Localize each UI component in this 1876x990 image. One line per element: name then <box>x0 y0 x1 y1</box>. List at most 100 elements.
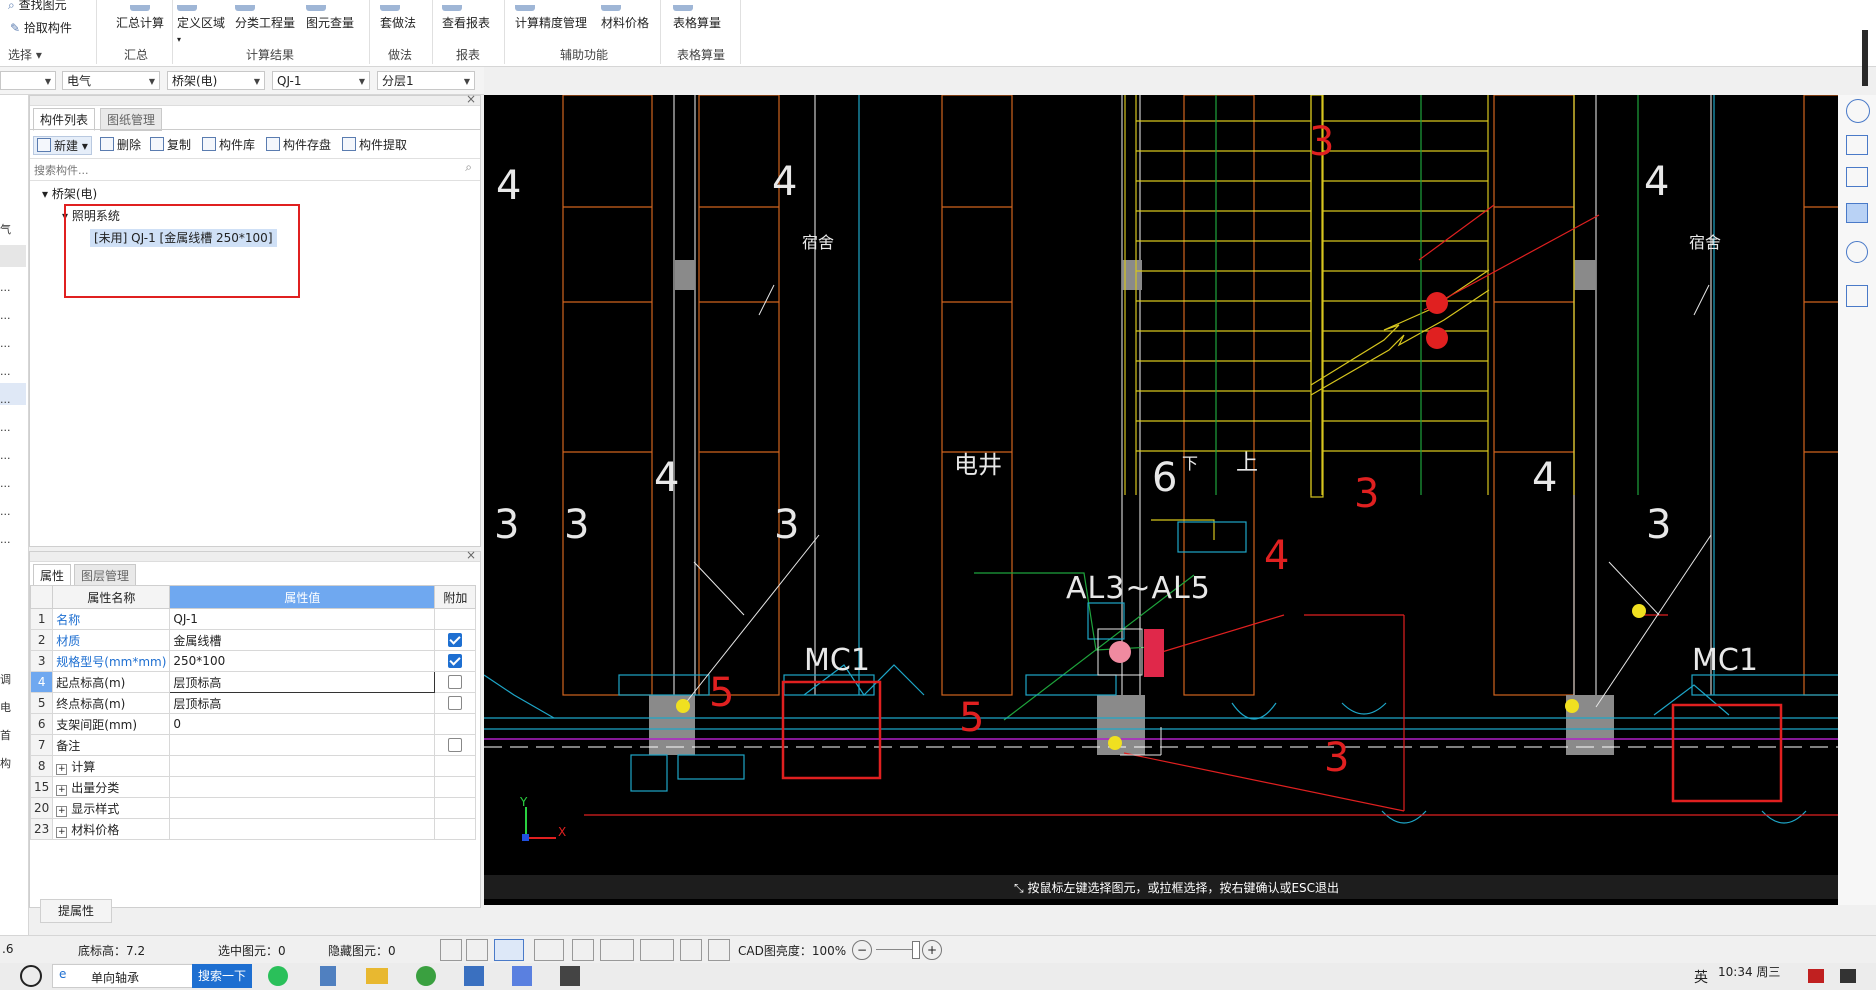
app-icon[interactable] <box>512 966 532 986</box>
checkbox-checked[interactable] <box>448 633 463 648</box>
property-value[interactable]: 层顶标高 <box>169 692 436 714</box>
layer-select[interactable]: 分层1 ▼ <box>377 71 475 90</box>
rotate-icon[interactable] <box>1846 241 1868 263</box>
checkbox[interactable] <box>448 696 463 711</box>
property-row[interactable]: 15 + 出量分类 <box>29 776 477 798</box>
app-icon[interactable] <box>416 966 436 986</box>
property-row[interactable]: 6 支架间距(mm) 0 <box>29 713 477 735</box>
checkbox[interactable] <box>448 675 463 690</box>
nav-item[interactable]: ... <box>0 533 26 546</box>
classify-quantity-button[interactable]: 分类工程量 <box>235 0 295 31</box>
ortho-icon[interactable] <box>466 939 488 961</box>
box-view-icon[interactable] <box>1846 167 1868 187</box>
summary-calc-button[interactable]: 汇总计算 <box>110 0 170 31</box>
nav-item[interactable]: ... <box>0 309 26 322</box>
app-icon[interactable] <box>464 966 484 986</box>
property-row[interactable]: 23 + 材料价格 <box>29 818 477 840</box>
nav-item[interactable]: 气 <box>0 221 26 237</box>
property-value[interactable] <box>169 797 436 819</box>
layer-list-icon[interactable] <box>1846 285 1868 307</box>
orbit-icon[interactable] <box>1846 99 1870 123</box>
zoom-in-icon[interactable]: + <box>922 940 942 960</box>
search-icon[interactable] <box>20 965 42 987</box>
view-mode-icon[interactable] <box>534 939 564 961</box>
property-value[interactable]: 层顶标高 <box>169 671 436 693</box>
type-select[interactable]: 桥架(电) ▼ <box>167 71 265 90</box>
expand-icon[interactable]: + <box>56 826 68 838</box>
precision-management-button[interactable]: 计算精度管理 <box>515 0 587 31</box>
clock[interactable]: 10:34 周三 <box>1718 963 1780 980</box>
pick-component-button[interactable]: ✎ 拾取构件 <box>10 19 72 36</box>
expand-icon[interactable]: + <box>56 805 68 817</box>
scrollbar[interactable] <box>1862 30 1868 86</box>
app-icon[interactable] <box>560 966 580 986</box>
nav-item[interactable]: ... <box>0 477 26 490</box>
property-value[interactable] <box>169 734 436 756</box>
checkbox[interactable] <box>448 738 463 753</box>
property-row[interactable]: 2 材质 金属线槽 <box>29 629 477 651</box>
property-value[interactable]: 250*100 <box>169 650 436 672</box>
cad-canvas[interactable]: 宿舍 宿舍 电井 上 下 AL3~AL5 MC1 MC1 4 4 4 3 3 3… <box>483 94 1845 905</box>
component-select[interactable]: QJ-1 ▼ <box>272 71 370 90</box>
nav-item[interactable]: 调 <box>0 671 26 687</box>
angle-icon[interactable] <box>600 939 634 961</box>
element-quantity-button[interactable]: 图元查量 <box>306 0 354 31</box>
search-icon[interactable]: ⌕ <box>465 160 472 175</box>
nav-item[interactable]: ... <box>0 337 26 350</box>
3d-view-icon[interactable] <box>1846 135 1868 155</box>
define-region-button[interactable]: 定义区域 ▾ <box>177 0 225 45</box>
discipline-select[interactable]: 电气 ▼ <box>62 71 160 90</box>
close-icon[interactable]: × <box>466 92 476 106</box>
nav-item[interactable]: ... <box>0 365 26 378</box>
view-report-button[interactable]: 查看报表 <box>442 0 490 31</box>
cross-icon[interactable] <box>572 939 594 961</box>
find-element-button[interactable]: ⌕ 查找图元 <box>8 0 67 13</box>
nav-item[interactable]: 构 <box>0 755 26 771</box>
wechat-icon[interactable] <box>268 966 288 986</box>
checkbox-checked[interactable] <box>448 654 463 669</box>
dimension-icon[interactable] <box>640 939 674 961</box>
show-properties-button[interactable]: 提属性 <box>40 899 112 923</box>
tab-drawing-management[interactable]: 图纸管理 <box>100 108 163 131</box>
nav-item[interactable]: 首 <box>0 727 26 743</box>
print-icon[interactable] <box>680 939 702 961</box>
expand-icon[interactable]: + <box>56 784 68 796</box>
nav-item[interactable]: ... <box>0 505 26 518</box>
property-row[interactable]: 8 + 计算 <box>29 755 477 777</box>
delete-button[interactable]: 删除 <box>100 136 141 153</box>
ime-indicator[interactable]: 英 <box>1694 967 1708 987</box>
tab-layer-management[interactable]: 图层管理 <box>74 564 137 587</box>
nav-item[interactable]: ... <box>0 281 26 294</box>
select-mode-icon[interactable] <box>494 939 524 961</box>
property-value[interactable]: QJ-1 <box>169 608 436 630</box>
property-value[interactable]: 0 <box>169 713 436 735</box>
snap-icon[interactable] <box>440 939 462 961</box>
property-row[interactable]: 7 备注 <box>29 734 477 756</box>
property-row[interactable]: 20 + 显示样式 <box>29 797 477 819</box>
property-value[interactable]: 金属线槽 <box>169 629 436 651</box>
table-quantity-button[interactable]: 表格算量 <box>673 0 721 31</box>
search-button[interactable]: 搜索一下 <box>192 964 252 988</box>
cube-icon[interactable] <box>1846 203 1868 223</box>
notification-icon[interactable] <box>1808 969 1824 983</box>
apply-method-button[interactable]: 套做法 <box>380 0 416 31</box>
property-row[interactable]: 1 名称 QJ-1 <box>29 608 477 630</box>
zoom-out-icon[interactable]: − <box>852 940 872 960</box>
search-component-input[interactable] <box>32 160 476 180</box>
tab-component-list[interactable]: 构件列表 <box>33 108 96 131</box>
folder-icon[interactable] <box>366 968 388 984</box>
property-value[interactable] <box>169 755 436 777</box>
property-row[interactable]: 4 起点标高(m) 层顶标高 <box>29 671 477 693</box>
property-value[interactable] <box>169 818 436 840</box>
property-row[interactable]: 3 规格型号(mm*mm) 250*100 <box>29 650 477 672</box>
property-value[interactable] <box>169 776 436 798</box>
save-component-button[interactable]: 构件存盘 <box>266 136 331 153</box>
expand-icon[interactable]: + <box>56 763 68 775</box>
calculator-icon[interactable] <box>320 966 336 986</box>
category-select[interactable]: ▼ <box>0 71 56 90</box>
nav-item-active[interactable]: ... <box>0 393 26 406</box>
curve-icon[interactable] <box>708 939 730 961</box>
select-dropdown[interactable]: 选择 ▾ <box>8 46 42 63</box>
component-library-button[interactable]: 构件库 <box>202 136 255 153</box>
slider-handle[interactable] <box>912 941 920 959</box>
